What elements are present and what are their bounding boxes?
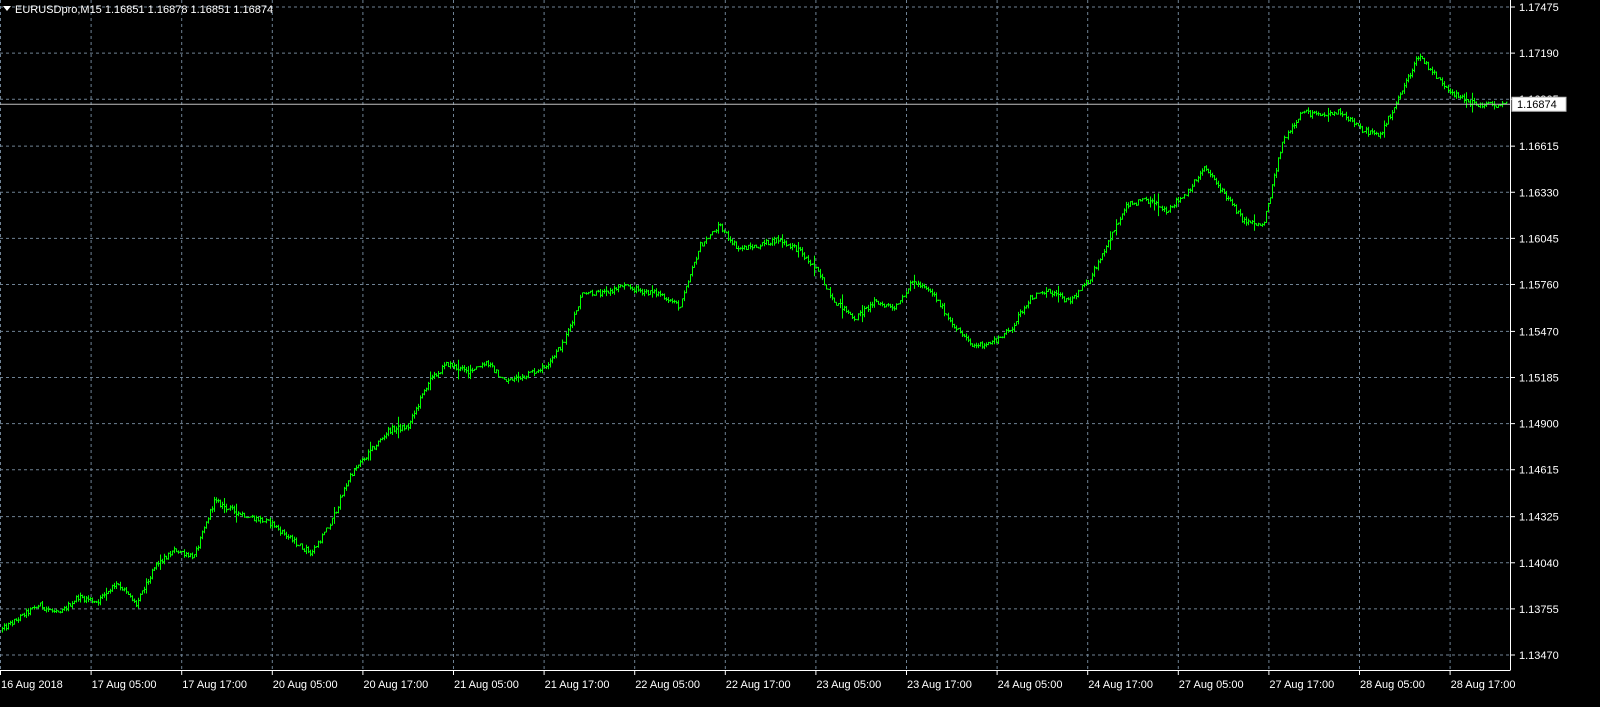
time-tick-label: 28 Aug 17:00 — [1451, 679, 1516, 691]
time-tick-label: 17 Aug 17:00 — [182, 679, 247, 691]
time-tick-label: 27 Aug 05:00 — [1179, 679, 1244, 691]
price-tick-label: 1.14900 — [1519, 419, 1559, 431]
symbol-info[interactable]: EURUSDpro,M15 1.16851 1.16878 1.16851 1.… — [3, 4, 273, 16]
current-price-label: 1.16874 — [1517, 99, 1557, 111]
price-tick-label: 1.14325 — [1519, 512, 1559, 524]
time-tick-label: 16 Aug 2018 — [1, 679, 63, 691]
time-tick-label: 24 Aug 05:00 — [998, 679, 1063, 691]
chart-window[interactable]: 1.174751.171901.169051.166151.163301.160… — [0, 0, 1600, 707]
time-tick-label: 21 Aug 05:00 — [454, 679, 519, 691]
time-tick-label: 17 Aug 05:00 — [92, 679, 157, 691]
time-tick-label: 22 Aug 05:00 — [635, 679, 700, 691]
time-tick-label: 23 Aug 17:00 — [907, 679, 972, 691]
price-tick-label: 1.13755 — [1519, 604, 1559, 616]
symbol-info-label: EURUSDpro,M15 1.16851 1.16878 1.16851 1.… — [15, 4, 273, 16]
price-tick-label: 1.16045 — [1519, 233, 1559, 245]
time-tick-label: 27 Aug 17:00 — [1269, 679, 1334, 691]
time-tick-label: 22 Aug 17:00 — [726, 679, 791, 691]
price-tick-label: 1.15760 — [1519, 279, 1559, 291]
price-tick-label: 1.17190 — [1519, 48, 1559, 60]
price-tick-label: 1.15470 — [1519, 326, 1559, 338]
time-tick-label: 20 Aug 17:00 — [363, 679, 428, 691]
time-axis-labels: 16 Aug 2018 17 Aug 05:00 17 Aug 17:00 20 Au… — [0, 670, 1516, 691]
time-tick-label: 20 Aug 05:00 — [273, 679, 338, 691]
ohlc-bars-path — [1, 53, 1508, 633]
triangle-down-icon[interactable] — [3, 6, 11, 11]
time-tick-label: 24 Aug 17:00 — [1088, 679, 1153, 691]
chart-canvas[interactable]: 1.174751.171901.169051.166151.163301.160… — [0, 0, 1600, 707]
time-tick-label: 21 Aug 17:00 — [545, 679, 610, 691]
grid — [0, 0, 1510, 670]
price-tick-label: 1.17475 — [1519, 2, 1559, 14]
price-tick-label: 1.13470 — [1519, 650, 1559, 662]
time-tick-label: 23 Aug 05:00 — [816, 679, 881, 691]
price-tick-label: 1.14040 — [1519, 558, 1559, 570]
current-price-marker: 1.16874 — [1511, 96, 1567, 112]
price-tick-label: 1.14615 — [1519, 465, 1559, 477]
price-tick-label: 1.16330 — [1519, 187, 1559, 199]
price-tick-label: 1.16615 — [1519, 141, 1559, 153]
axes — [0, 0, 1511, 671]
time-tick-label: 28 Aug 05:00 — [1360, 679, 1425, 691]
price-tick-label: 1.15185 — [1519, 373, 1559, 385]
price-bars — [1, 53, 1508, 633]
